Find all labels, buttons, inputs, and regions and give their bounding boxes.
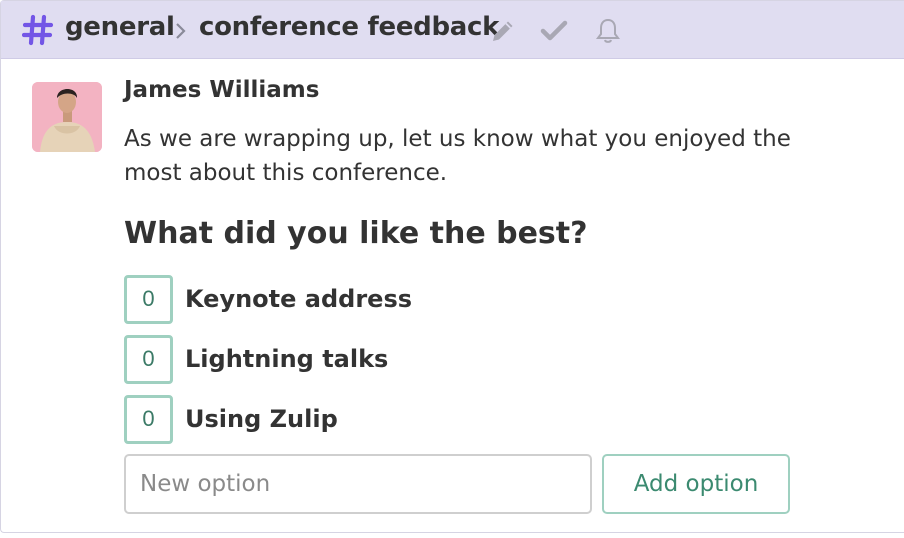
- poll-option: 0 Keynote address: [124, 274, 412, 324]
- stream-name[interactable]: general: [65, 12, 175, 42]
- poll-option: 0 Using Zulip: [124, 394, 338, 444]
- check-icon[interactable]: [540, 17, 568, 45]
- vote-button[interactable]: 0: [124, 394, 173, 444]
- recipient-bar: general conference feedback: [1, 1, 904, 59]
- vote-button[interactable]: 0: [124, 334, 173, 384]
- poll-option-label: Lightning talks: [185, 345, 389, 373]
- bell-icon[interactable]: [594, 17, 622, 45]
- chevron-right-icon: [176, 23, 186, 39]
- pencil-icon[interactable]: [489, 17, 517, 45]
- vote-button[interactable]: 0: [124, 274, 173, 324]
- poll-option: 0 Lightning talks: [124, 334, 388, 384]
- sender-name[interactable]: James Williams: [124, 77, 319, 103]
- poll-question: What did you like the best?: [124, 216, 588, 251]
- add-option-button[interactable]: Add option: [602, 454, 790, 514]
- new-option-input[interactable]: [124, 454, 592, 514]
- poll-option-label: Keynote address: [185, 285, 413, 313]
- topic-name[interactable]: conference feedback: [199, 12, 499, 42]
- message-content: As we are wrapping up, let us know what …: [124, 126, 791, 186]
- poll-option-label: Using Zulip: [185, 405, 338, 433]
- hash-icon[interactable]: [22, 14, 54, 46]
- avatar[interactable]: [32, 82, 102, 152]
